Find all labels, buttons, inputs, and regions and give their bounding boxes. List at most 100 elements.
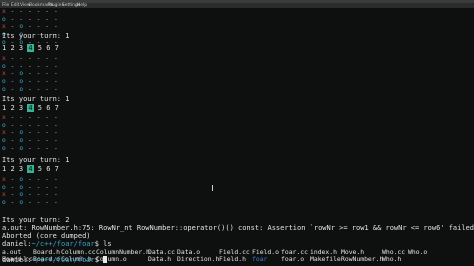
board-cell: -: [10, 199, 15, 207]
board-cell: o: [2, 85, 7, 93]
board-cell: -: [27, 183, 33, 191]
board-cell: -: [19, 15, 24, 23]
board-cell: -: [10, 191, 15, 199]
terminal-output[interactable]: x - - - - - -o - - - - - -x - o - - - -o…: [0, 8, 474, 266]
column-numbers-2: 1 2 3 4 5 6 7: [2, 104, 59, 112]
board-cell: -: [10, 114, 15, 121]
board-row: o - o - - - -: [2, 137, 58, 145]
board-row: o - o - - - -: [2, 145, 58, 153]
file-entry: Field.h: [219, 255, 246, 263]
board-cell: x: [2, 55, 7, 62]
board-cell: -: [10, 23, 15, 31]
board-2: x - - - - - -o - - - - - -x - o - - - -o…: [2, 55, 58, 94]
board-cell: -: [45, 121, 50, 129]
turn-prompt-3: Its your turn: 1: [2, 156, 70, 164]
board-cell: -: [19, 114, 24, 121]
board-cell: -: [53, 62, 59, 70]
board-cell: o: [19, 191, 24, 199]
board-cell: -: [53, 23, 59, 31]
board-cell: -: [53, 70, 59, 78]
file-entry: Makefile: [310, 255, 341, 263]
board-cell: -: [27, 121, 33, 129]
board-cell: -: [36, 55, 41, 62]
board-3: x - - - - - -o - - - - - -x - o - - - -o…: [2, 114, 58, 153]
board-cell: -: [45, 8, 50, 15]
board-1: x - - - - - -o - - - - - -x - o - - - -o…: [2, 8, 58, 47]
board-cell: -: [27, 55, 33, 62]
board-cell: -: [36, 144, 41, 152]
board-cell: -: [53, 199, 59, 207]
board-cell: -: [45, 137, 50, 145]
board-cell: -: [53, 114, 59, 121]
board-cell: -: [10, 121, 15, 129]
board-cell: o: [19, 199, 24, 207]
board-cell: -: [19, 8, 24, 15]
board-cell: -: [10, 129, 15, 137]
aborted-message: Aborted (core dumped): [2, 232, 91, 240]
file-entry: Who.h: [382, 255, 402, 263]
board-cell: -: [27, 137, 33, 145]
board-cell: -: [36, 8, 41, 15]
board-cell: -: [36, 78, 41, 86]
board-cell: -: [36, 191, 41, 199]
board-cell: -: [53, 121, 59, 129]
board-cell: -: [45, 144, 50, 152]
board-cell: -: [19, 62, 24, 70]
board-cell: -: [27, 15, 33, 23]
board-cell: -: [27, 144, 33, 152]
board-cell: -: [10, 137, 15, 145]
board-cell: -: [36, 62, 41, 70]
file-entry: Direction.h: [177, 255, 220, 263]
board-row: o - o - - - -: [2, 86, 58, 94]
board-cell: x: [2, 191, 7, 199]
board-cell: -: [27, 114, 33, 121]
board-cell: -: [10, 176, 15, 183]
board-row: o - - - - - -: [2, 122, 58, 130]
board-cell: x: [2, 176, 7, 183]
board-cell: -: [27, 23, 33, 31]
assertion-error: a.out: RowNumber.h:75: RowNr_nt RowNumbe…: [2, 224, 474, 232]
board-cell: -: [45, 15, 50, 23]
board-cell: o: [2, 137, 7, 145]
board-cell: -: [45, 129, 50, 137]
board-cell: -: [27, 62, 33, 70]
board-cell: o: [2, 183, 7, 191]
file-entry: foar: [252, 255, 268, 263]
board-cell: -: [36, 15, 41, 23]
board-cell: -: [10, 183, 15, 191]
board-cell: -: [27, 176, 33, 183]
board-cell: -: [10, 85, 15, 93]
board-cell: o: [2, 78, 7, 86]
board-cell: -: [45, 191, 50, 199]
board-cell: -: [10, 15, 15, 23]
board-cell: -: [27, 8, 33, 15]
board-cell: -: [53, 144, 59, 152]
selected-column: 4: [27, 44, 34, 52]
board-row: o - - - - - -: [2, 63, 58, 71]
board-cell: -: [36, 121, 41, 129]
board-cell: -: [27, 199, 33, 207]
board-row: o - o - - - -: [2, 199, 58, 207]
board-cell: -: [10, 70, 15, 78]
board-cell: -: [45, 199, 50, 207]
board-cell: -: [19, 55, 24, 62]
board-cell: -: [27, 70, 33, 78]
board-cell: o: [19, 183, 24, 191]
board-cell: o: [2, 121, 7, 129]
board-row: x - o - - - -: [2, 191, 58, 199]
board-cell: -: [45, 114, 50, 121]
board-row: x - o - - - -: [2, 176, 58, 184]
board-cell: x: [2, 23, 7, 31]
board-cell: o: [19, 85, 24, 93]
board-cell: -: [10, 8, 15, 15]
prompt-line-ls: daniel:~/c++/foar/foar$ ls: [2, 240, 112, 248]
board-cell: -: [36, 199, 41, 207]
board-cell: -: [53, 78, 59, 86]
board-cell: -: [45, 70, 50, 78]
text-cursor: [103, 256, 108, 263]
board-cell: -: [53, 183, 59, 191]
prompt-line-current[interactable]: daniel:~/c++/foar/foar$: [2, 256, 108, 264]
board-cell: -: [53, 8, 59, 15]
turn-prompt-1: Its your turn: 1: [2, 32, 70, 40]
board-cell: -: [27, 78, 33, 86]
